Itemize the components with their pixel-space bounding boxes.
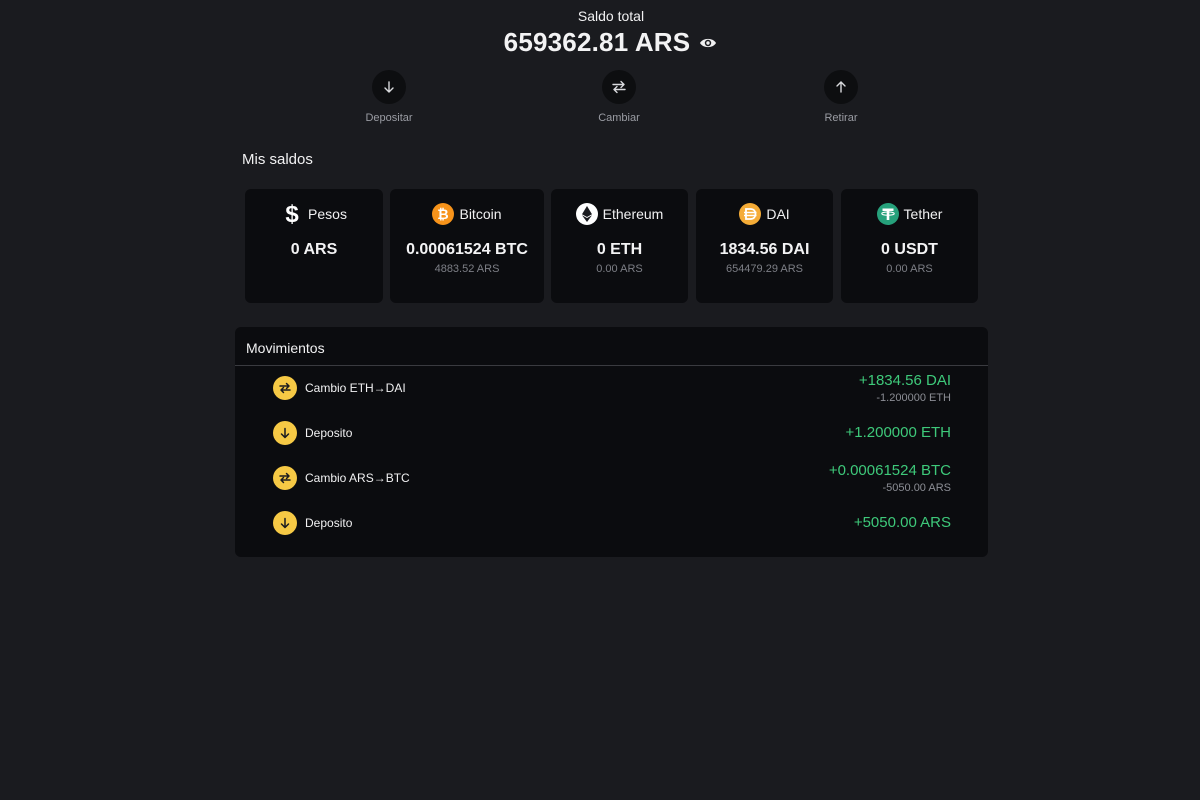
- movement-row[interactable]: Deposito +5050.00 ARS: [235, 503, 988, 543]
- balance-card-ethereum[interactable]: Ethereum 0 ETH 0.00 ARS: [551, 189, 688, 303]
- balance-card-bitcoin[interactable]: ₿ Bitcoin 0.00061524 BTC 4883.52 ARS: [390, 189, 544, 303]
- movement-description: Cambio ARS→BTC: [305, 471, 410, 485]
- dollar-icon: $: [281, 202, 303, 226]
- card-amount: 0 ARS: [290, 241, 338, 258]
- balances-title: Mis saldos: [242, 151, 313, 168]
- withdraw-button[interactable]: Retirar: [781, 70, 901, 124]
- card-amount: 0.00061524 BTC: [406, 241, 528, 258]
- card-amount: 0 ETH: [596, 241, 643, 258]
- card-name: DAI: [766, 206, 790, 222]
- card-header: DAI: [696, 202, 833, 226]
- movement-amount: +5050.00 ARS: [853, 514, 951, 531]
- withdraw-label: Retirar: [824, 112, 858, 124]
- movement-row[interactable]: Cambio ARS→BTC +0.00061524 BTC -5050.00 …: [235, 458, 988, 498]
- balance-card-pesos[interactable]: $ Pesos 0 ARS: [245, 189, 383, 303]
- movement-row[interactable]: Cambio ETH→DAI +1834.56 DAI -1.200000 ET…: [235, 368, 988, 408]
- swap-arrows-icon: [602, 70, 636, 104]
- tether-icon: [876, 203, 899, 225]
- card-header: Tether: [841, 202, 978, 226]
- card-amount: 1834.56 DAI: [719, 241, 810, 258]
- total-balance-label: Saldo total: [577, 8, 645, 24]
- wallet-page: Saldo total 659362.81 ARS Depositar Camb…: [0, 0, 1200, 800]
- movements-title: Movimientos: [246, 340, 325, 356]
- dai-icon: [739, 203, 762, 225]
- card-header: Ethereum: [551, 202, 688, 226]
- card-amount: 0 USDT: [881, 241, 938, 258]
- ethereum-icon: [575, 203, 598, 225]
- swap-arrows-icon: [273, 376, 297, 400]
- movement-description: Deposito: [305, 426, 353, 440]
- movement-amount: +1834.56 DAI: [858, 372, 951, 389]
- card-name: Bitcoin: [459, 206, 502, 222]
- movement-description: Deposito: [305, 516, 353, 530]
- movement-row[interactable]: Deposito +1.200000 ETH: [235, 413, 988, 453]
- movement-amount: +1.200000 ETH: [845, 424, 952, 441]
- movement-description: Cambio ETH→DAI: [305, 381, 406, 395]
- svg-text:$: $: [285, 202, 299, 226]
- arrow-up-icon: [824, 70, 858, 104]
- movement-sub-amount: -1.200000 ETH: [876, 392, 951, 404]
- card-name: Tether: [903, 206, 943, 222]
- total-balance-row: 659362.81 ARS: [0, 27, 1200, 58]
- card-fiat-value: 0.00 ARS: [596, 263, 643, 275]
- card-fiat-value: 0.00 ARS: [886, 263, 933, 275]
- arrow-down-icon: [372, 70, 406, 104]
- card-name: Ethereum: [602, 206, 664, 222]
- eye-icon[interactable]: [698, 33, 718, 53]
- exchange-button[interactable]: Cambiar: [559, 70, 679, 124]
- arrow-down-icon: [273, 511, 297, 535]
- card-header: $ Pesos: [245, 202, 383, 226]
- exchange-label: Cambiar: [598, 112, 640, 124]
- divider: [235, 365, 988, 366]
- bitcoin-icon: ₿: [432, 203, 455, 225]
- movement-amount: +0.00061524 BTC: [828, 462, 951, 479]
- balance-card-tether[interactable]: Tether 0 USDT 0.00 ARS: [841, 189, 978, 303]
- card-fiat-value: 4883.52 ARS: [434, 263, 500, 275]
- deposit-button[interactable]: Depositar: [329, 70, 449, 124]
- total-balance-value: 659362.81 ARS: [503, 27, 691, 57]
- balance-card-dai[interactable]: DAI 1834.56 DAI 654479.29 ARS: [696, 189, 833, 303]
- movements-panel: Movimientos Cambio ETH→DAI +1834.56 DAI …: [235, 327, 988, 557]
- arrow-down-icon: [273, 421, 297, 445]
- card-header: ₿ Bitcoin: [390, 202, 544, 226]
- movement-sub-amount: -5050.00 ARS: [882, 482, 952, 494]
- card-fiat-value: 654479.29 ARS: [725, 263, 804, 275]
- deposit-label: Depositar: [365, 112, 413, 124]
- swap-arrows-icon: [273, 466, 297, 490]
- card-name: Pesos: [308, 206, 347, 222]
- svg-text:₿: ₿: [438, 206, 449, 222]
